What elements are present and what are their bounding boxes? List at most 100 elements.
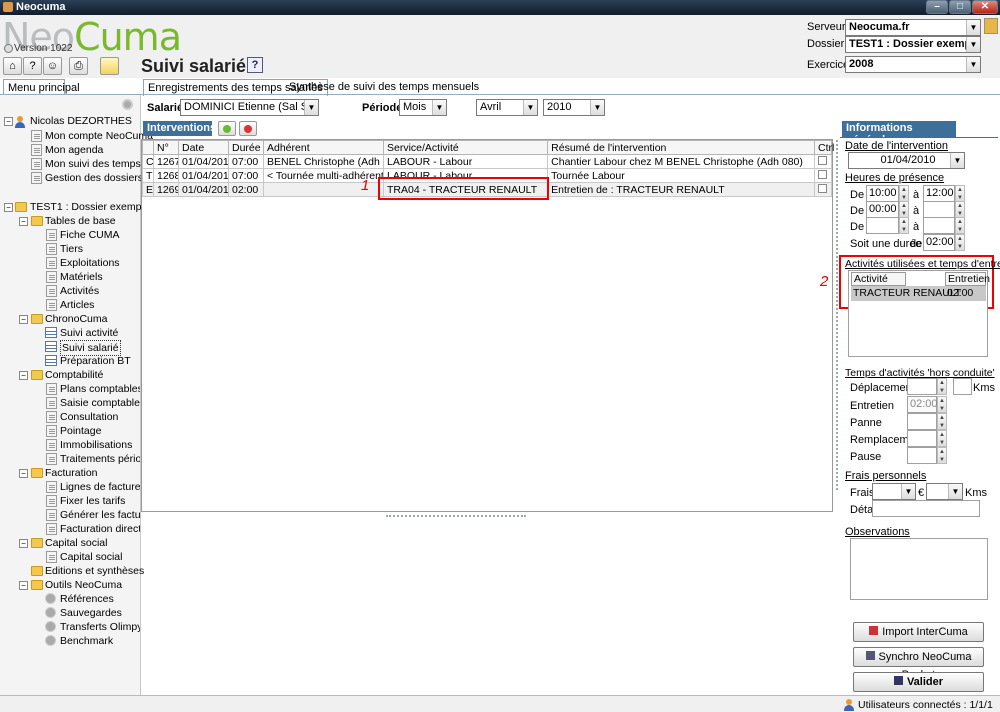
tree-item[interactable]: Traitements périodiques [60, 452, 140, 466]
synchro-pocket-button[interactable]: Synchro NeoCuma Pocket [853, 647, 984, 681]
heure-debut-2[interactable]: 00:00 [866, 201, 899, 218]
refresh-icon[interactable] [4, 44, 13, 53]
table-row[interactable]: C126701/04/201007:00BENEL Christophe (Ad… [142, 154, 833, 169]
col-header[interactable]: Date [178, 140, 229, 155]
tree-item[interactable]: Capital social [60, 550, 122, 564]
tree-item[interactable]: Saisie comptable [60, 396, 140, 410]
collapse-icon[interactable]: − [4, 203, 13, 212]
tree-item[interactable]: Articles [60, 298, 94, 312]
salarie-select[interactable]: DOMINICI Etienne (Sal S02) ▼ [180, 99, 319, 116]
tree-item[interactable]: Générer les factures [60, 508, 140, 522]
periode-select[interactable]: Mois ▼ [399, 99, 447, 116]
spin-icon[interactable]: ▲ ▼ [899, 185, 909, 202]
close-button[interactable]: ✕ [972, 0, 998, 14]
spin-icon[interactable]: ▲ ▼ [937, 447, 947, 464]
tree-item[interactable]: Plans comptables [60, 382, 140, 396]
kms-select[interactable]: ▼ [926, 483, 963, 500]
tree-item[interactable]: Lignes de facture [60, 480, 140, 494]
user-help-icon[interactable]: ☺ [43, 57, 62, 75]
collapse-icon[interactable]: − [19, 217, 28, 226]
heure-debut-3[interactable] [866, 217, 899, 234]
heure-debut-1[interactable]: 10:00 [866, 185, 899, 202]
col-header[interactable]: Résumé de l'intervention [547, 140, 815, 155]
minimize-button[interactable]: – [926, 0, 948, 14]
tree-item[interactable]: Suivi activité [60, 326, 118, 340]
tree-item[interactable]: Fiche CUMA [60, 228, 120, 242]
observations-textarea[interactable] [850, 538, 988, 600]
mois-select[interactable]: Avril ▼ [476, 99, 538, 116]
tree-dossier[interactable]: TEST1 : Dossier exemple [30, 200, 150, 214]
tree-item[interactable]: Mon compte NeoCuma [45, 129, 153, 143]
tree-group[interactable]: ChronoCuma [45, 312, 107, 326]
tree-item[interactable]: Références [60, 592, 114, 606]
page-help-icon[interactable]: ? [247, 57, 263, 73]
spin-icon[interactable]: ▲ ▼ [899, 217, 909, 234]
ctrl-checkbox[interactable] [818, 169, 828, 179]
splitter-handle[interactable] [386, 515, 526, 517]
pause-input[interactable] [907, 447, 937, 464]
tree-item[interactable]: Transferts Olimpya [60, 620, 140, 634]
spin-icon[interactable]: ▲ ▼ [955, 185, 965, 202]
spin-icon[interactable]: ▲ ▼ [955, 217, 965, 234]
panne-input[interactable] [907, 413, 937, 430]
home-icon[interactable]: ⌂ [3, 57, 22, 75]
spin-icon[interactable]: ▲ ▼ [899, 201, 909, 218]
tree-item[interactable]: Fixer les tarifs [60, 494, 125, 508]
spin-icon[interactable]: ▲ ▼ [937, 430, 947, 447]
dossier-select[interactable]: TEST1 : Dossier exemple ▼ [845, 36, 981, 53]
date-input[interactable]: 01/04/2010 ▼ [848, 152, 965, 169]
tree-group[interactable]: Tables de base [45, 214, 116, 228]
tree-group[interactable]: Outils NeoCuma [45, 578, 122, 592]
col-header[interactable] [142, 140, 154, 155]
spin-icon[interactable]: ▲ ▼ [937, 413, 947, 430]
vertical-splitter[interactable] [836, 140, 838, 490]
tree-item[interactable]: Tiers [60, 242, 83, 256]
tree-item[interactable]: Gestion des dossiers [45, 171, 143, 185]
col-header[interactable]: Adhérent [263, 140, 384, 155]
deplacement-input[interactable] [907, 378, 937, 395]
tree-item[interactable]: Facturation directe [60, 522, 140, 536]
exercice-select[interactable]: 2008 ▼ [845, 56, 981, 73]
collapse-icon[interactable]: − [19, 539, 28, 548]
detail-input[interactable] [872, 500, 980, 517]
tree-group[interactable]: Facturation [45, 466, 98, 480]
tree-user[interactable]: Nicolas DEZORTHES [30, 114, 132, 128]
ctrl-checkbox[interactable] [818, 155, 828, 165]
import-intercuma-button[interactable]: Import InterCuma [853, 622, 984, 642]
tree-item[interactable]: Consultation [60, 410, 118, 424]
frais-select[interactable]: ▼ [872, 483, 916, 500]
heure-fin-1[interactable]: 12:00 [923, 185, 955, 202]
tree-item[interactable]: Mon agenda [45, 143, 103, 157]
deplacement-kms-input[interactable] [953, 378, 972, 395]
tree-group[interactable]: Capital social [45, 536, 107, 550]
tree-item[interactable]: Exploitations [60, 256, 120, 270]
info-tab[interactable]: Informations générales [842, 121, 956, 146]
collapse-icon[interactable]: − [19, 581, 28, 590]
heure-fin-2[interactable] [923, 201, 955, 218]
spin-icon[interactable]: ▲ ▼ [937, 378, 947, 395]
col-header[interactable]: Service/Activité [382, 140, 549, 155]
tree-item[interactable]: Mon suivi des temps [45, 157, 141, 171]
tree-group[interactable]: Editions et synthèses [45, 564, 144, 578]
spin-icon[interactable]: ▲ ▼ [937, 396, 947, 413]
tree-item[interactable]: Préparation BT [60, 354, 131, 368]
spin-icon[interactable]: ▲ ▼ [955, 234, 965, 251]
collapse-icon[interactable]: − [4, 117, 13, 126]
delete-intervention-icon[interactable] [239, 121, 257, 136]
settings-icon[interactable] [122, 99, 133, 110]
entretien-input[interactable]: 02:00 [907, 396, 938, 413]
maximize-button[interactable]: □ [949, 0, 971, 14]
collapse-icon[interactable]: − [19, 315, 28, 324]
tree-item[interactable]: Immobilisations [60, 438, 132, 452]
activites-list[interactable]: Activité Entretien TRACTEUR RENAULT 02:0… [848, 270, 990, 357]
tree-item[interactable]: Activités [60, 284, 99, 298]
tree-item[interactable]: Pointage [60, 424, 101, 438]
col-header[interactable]: Ctrl [813, 140, 834, 155]
collapse-icon[interactable]: − [19, 469, 28, 478]
user-icon[interactable] [984, 18, 998, 34]
col-header[interactable]: Durée [228, 140, 264, 155]
annee-select[interactable]: 2010 ▼ [543, 99, 605, 116]
tree-item[interactable]: Sauvegardes [60, 606, 122, 620]
help-icon[interactable]: ? [23, 57, 42, 75]
spin-icon[interactable]: ▲ ▼ [955, 201, 965, 218]
